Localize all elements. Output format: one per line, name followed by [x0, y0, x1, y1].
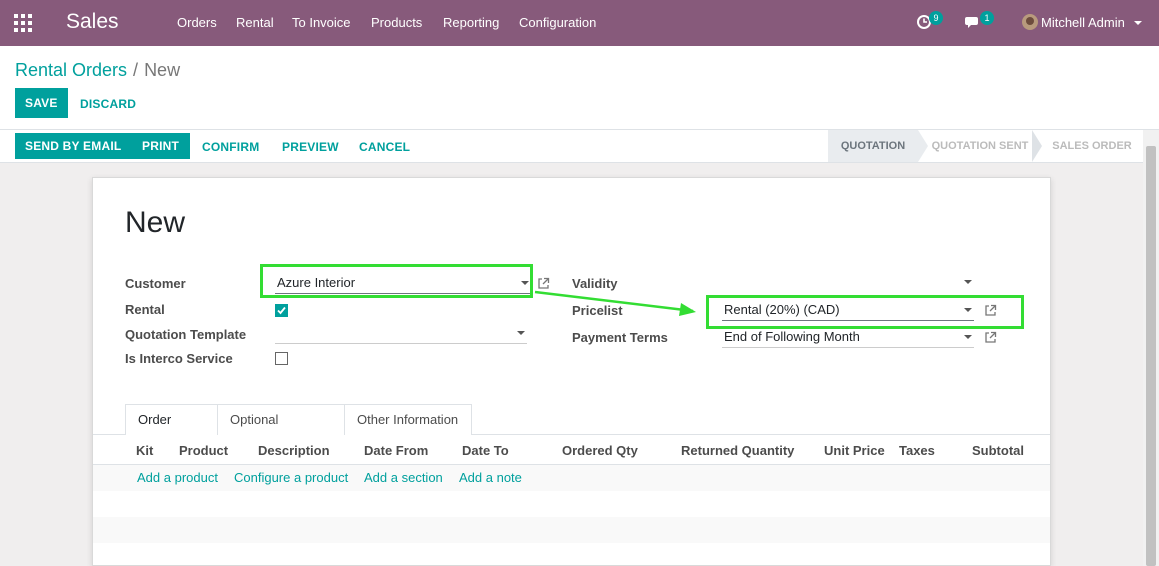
dropdown-caret-icon[interactable]	[517, 331, 525, 335]
breadcrumb-separator: /	[133, 60, 139, 80]
column-date-to[interactable]: Date To	[462, 443, 509, 458]
activity-count-badge: 9	[929, 11, 943, 25]
column-returned-quantity[interactable]: Returned Quantity	[681, 443, 794, 458]
user-menu[interactable]: Mitchell Admin	[1041, 15, 1125, 30]
add-section-link[interactable]: Add a section	[364, 470, 443, 485]
column-date-from[interactable]: Date From	[364, 443, 428, 458]
pricelist-value: Rental (20%) (CAD)	[724, 302, 840, 317]
stage-arrow-icon	[918, 130, 928, 162]
discard-button[interactable]: DISCARD	[80, 97, 136, 111]
cancel-button[interactable]: CANCEL	[359, 140, 410, 154]
quotation-template-label: Quotation Template	[125, 327, 247, 342]
stage-sales-order[interactable]: SALES ORDER	[1044, 130, 1140, 162]
customer-value: Azure Interior	[277, 275, 356, 290]
order-lines-header: Kit Product Description Date From Date T…	[93, 435, 1050, 465]
user-avatar[interactable]	[1022, 14, 1038, 30]
payment-terms-label: Payment Terms	[572, 330, 668, 345]
statusbar: SEND BY EMAIL PRINT CONFIRM PREVIEW CANC…	[0, 130, 1159, 163]
column-taxes[interactable]: Taxes	[899, 443, 935, 458]
menu-orders[interactable]: Orders	[177, 15, 217, 30]
chat-bubble-icon[interactable]	[964, 14, 980, 30]
save-button[interactable]: SAVE	[15, 88, 68, 118]
app-name[interactable]: Sales	[66, 10, 119, 34]
apps-grid-icon[interactable]	[14, 14, 32, 32]
menu-to-invoice[interactable]: To Invoice	[292, 15, 351, 30]
send-by-email-button[interactable]: SEND BY EMAIL	[15, 133, 132, 159]
dropdown-caret-icon[interactable]	[964, 308, 972, 312]
preview-button[interactable]: PREVIEW	[282, 140, 339, 154]
customer-field[interactable]: Azure Interior	[275, 274, 531, 294]
is-interco-service-label: Is Interco Service	[125, 351, 233, 366]
column-subtotal[interactable]: Subtotal	[972, 443, 1024, 458]
external-link-icon[interactable]	[984, 331, 997, 344]
breadcrumb-current: New	[144, 60, 181, 80]
page-scrollbar[interactable]	[1143, 130, 1159, 566]
top-navbar: Sales Orders Rental To Invoice Products …	[0, 0, 1159, 46]
tab-order-lines[interactable]: Order Lines	[125, 404, 218, 457]
stage-quotation[interactable]: QUOTATION	[828, 130, 918, 162]
control-panel: Rental Orders / New SAVE DISCARD	[0, 46, 1159, 130]
customer-label: Customer	[125, 276, 186, 291]
external-link-icon[interactable]	[984, 304, 997, 317]
menu-products[interactable]: Products	[371, 15, 422, 30]
breadcrumb: Rental Orders / New	[15, 60, 180, 81]
column-unit-price[interactable]: Unit Price	[824, 443, 885, 458]
rental-checkbox[interactable]	[275, 304, 288, 317]
stage-arrow-icon	[1032, 130, 1042, 162]
configure-product-link[interactable]: Configure a product	[234, 470, 348, 485]
tab-optional-products[interactable]: Optional Products	[217, 404, 345, 457]
dropdown-caret-icon[interactable]	[964, 335, 972, 339]
payment-terms-field[interactable]: End of Following Month	[722, 328, 974, 348]
breadcrumb-rental-orders[interactable]: Rental Orders	[15, 60, 127, 80]
menu-reporting[interactable]: Reporting	[443, 15, 499, 30]
quotation-template-field[interactable]	[275, 324, 527, 344]
rental-label: Rental	[125, 302, 165, 317]
add-product-link[interactable]: Add a product	[137, 470, 218, 485]
pricelist-field[interactable]: Rental (20%) (CAD)	[722, 301, 974, 321]
checkmark-icon	[277, 306, 286, 315]
menu-rental[interactable]: Rental	[236, 15, 274, 30]
confirm-button[interactable]: CONFIRM	[202, 140, 259, 154]
tab-other-information[interactable]: Other Information	[344, 404, 472, 435]
table-row	[93, 517, 1050, 543]
annotation-arrow	[534, 290, 696, 316]
payment-terms-value: End of Following Month	[724, 329, 860, 344]
message-count-badge: 1	[980, 11, 994, 25]
column-description[interactable]: Description	[258, 443, 330, 458]
print-button[interactable]: PRINT	[131, 133, 190, 159]
validity-field[interactable]	[722, 273, 974, 293]
menu-configuration[interactable]: Configuration	[519, 15, 596, 30]
chevron-down-icon[interactable]	[1134, 21, 1142, 25]
column-ordered-qty[interactable]: Ordered Qty	[562, 443, 638, 458]
add-note-link[interactable]: Add a note	[459, 470, 522, 485]
dropdown-caret-icon[interactable]	[521, 281, 529, 285]
dropdown-caret-icon[interactable]	[964, 280, 972, 284]
column-product[interactable]: Product	[179, 443, 228, 458]
record-title: New	[125, 206, 186, 239]
stage-quotation-sent[interactable]: QUOTATION SENT	[928, 130, 1032, 162]
column-kit[interactable]: Kit	[136, 443, 153, 458]
is-interco-service-checkbox[interactable]	[275, 352, 288, 365]
form-sheet: New Customer Azure Interior Rental Quota…	[92, 177, 1051, 566]
scrollbar-thumb[interactable]	[1146, 146, 1156, 566]
